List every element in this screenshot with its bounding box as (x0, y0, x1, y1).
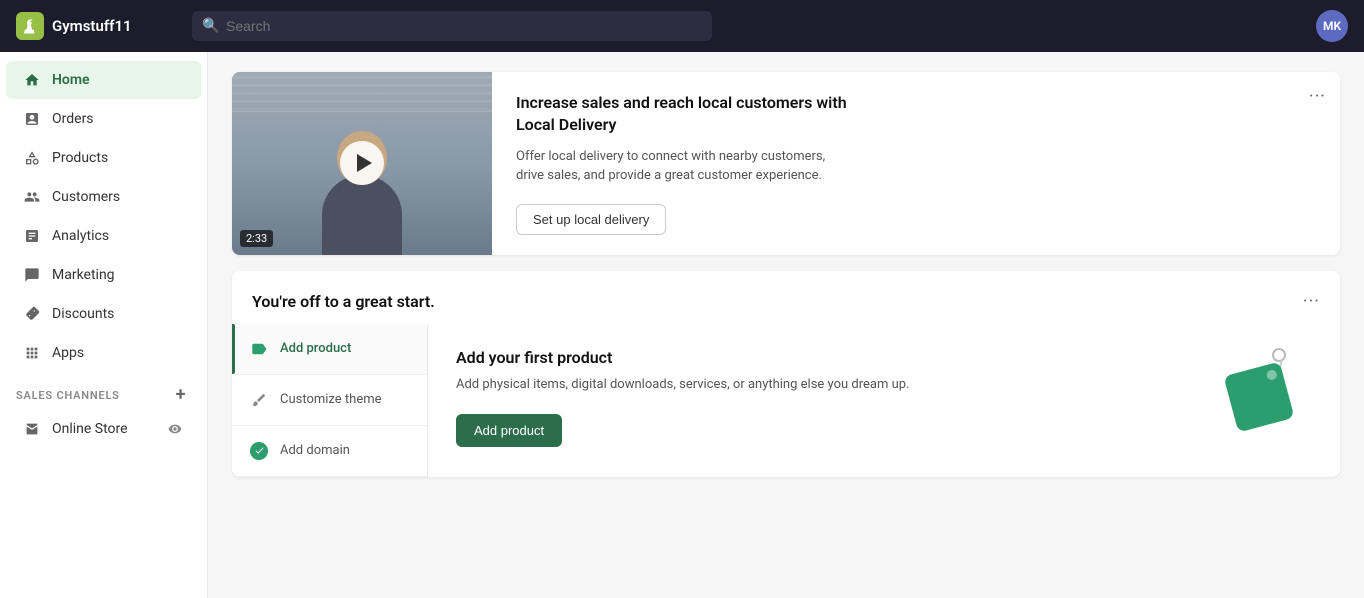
sidebar-products-label: Products (52, 150, 108, 166)
step-detail-description: Add physical items, digital downloads, s… (456, 375, 1202, 395)
sidebar-item-analytics[interactable]: Analytics (6, 217, 201, 255)
topnav-right: MK (1316, 10, 1348, 42)
steps-list: Add product Customize theme (232, 324, 428, 477)
video-card: 2:33 ··· Increase sales and reach local … (232, 72, 1340, 255)
video-info: ··· Increase sales and reach local custo… (492, 72, 1340, 255)
products-icon (22, 148, 42, 168)
video-thumbnail[interactable]: 2:33 (232, 72, 492, 255)
sales-channels-section-label: SALES CHANNELS + (0, 373, 207, 409)
add-product-step-icon (248, 338, 270, 360)
set-up-local-delivery-button[interactable]: Set up local delivery (516, 204, 666, 235)
step-add-domain[interactable]: Add domain (232, 426, 427, 477)
orders-icon (22, 109, 42, 129)
sidebar-item-customers[interactable]: Customers (6, 178, 201, 216)
sidebar-item-discounts[interactable]: Discounts (6, 295, 201, 333)
discounts-icon (22, 304, 42, 324)
online-store-eye-button[interactable] (165, 419, 185, 439)
video-description: Offer local delivery to connect with nea… (516, 147, 856, 186)
sidebar-item-products[interactable]: Products (6, 139, 201, 177)
step-detail-title: Add your first product (456, 348, 1202, 367)
avatar[interactable]: MK (1316, 10, 1348, 42)
sidebar-item-marketing[interactable]: Marketing (6, 256, 201, 294)
step-customize-theme[interactable]: Customize theme (232, 375, 427, 426)
add-product-button[interactable]: Add product (456, 414, 562, 447)
great-start-card: You're off to a great start. ··· Add pro… (232, 271, 1340, 477)
video-timer: 2:33 (240, 230, 273, 247)
great-start-title: You're off to a great start. (252, 292, 435, 311)
step-detail-text: Add your first product Add physical item… (456, 348, 1202, 448)
step-add-domain-label: Add domain (280, 443, 350, 458)
sidebar-marketing-label: Marketing (52, 267, 115, 283)
search-input[interactable] (192, 11, 712, 41)
customize-theme-step-icon (248, 389, 270, 411)
great-start-header: You're off to a great start. ··· (232, 271, 1340, 312)
sidebar-item-apps[interactable]: Apps (6, 334, 201, 372)
sidebar-customers-label: Customers (52, 189, 120, 205)
sidebar-apps-label: Apps (52, 345, 84, 361)
step-detail: Add your first product Add physical item… (428, 324, 1340, 477)
main-content: 2:33 ··· Increase sales and reach local … (208, 52, 1364, 598)
great-start-body: Add product Customize theme (232, 324, 1340, 477)
sidebar-discounts-label: Discounts (52, 306, 114, 322)
sidebar-home-label: Home (52, 72, 90, 88)
home-icon (22, 70, 42, 90)
sidebar-item-orders[interactable]: Orders (6, 100, 201, 138)
step-add-product[interactable]: Add product (232, 324, 427, 375)
customers-icon (22, 187, 42, 207)
step-customize-theme-label: Customize theme (280, 392, 382, 407)
marketing-icon (22, 265, 42, 285)
brand[interactable]: Gymstuff11 (16, 12, 176, 40)
search-icon: 🔍 (202, 18, 219, 34)
sidebar-analytics-label: Analytics (52, 228, 109, 244)
video-menu-button[interactable]: ··· (1309, 86, 1326, 107)
add-sales-channel-button[interactable]: + (171, 385, 191, 405)
sidebar-item-home[interactable]: Home (6, 61, 201, 99)
sidebar-orders-label: Orders (52, 111, 94, 127)
sidebar-item-online-store[interactable]: Online Store (6, 410, 201, 448)
online-store-icon (22, 419, 42, 439)
shopify-logo-icon (16, 12, 44, 40)
video-title: Increase sales and reach local customers… (516, 92, 856, 137)
add-domain-step-icon (248, 440, 270, 462)
topnav: Gymstuff11 🔍 MK (0, 0, 1364, 52)
sidebar-online-store-label: Online Store (52, 421, 128, 437)
shopify-bag-icon (21, 17, 39, 35)
brand-name: Gymstuff11 (52, 17, 132, 35)
product-tag-illustration (1222, 348, 1312, 438)
apps-icon (22, 343, 42, 363)
step-add-product-label: Add product (280, 341, 351, 356)
great-start-menu-button[interactable]: ··· (1303, 291, 1320, 312)
analytics-icon (22, 226, 42, 246)
sidebar: Home Orders Products Customers (0, 52, 208, 598)
search-bar: 🔍 (192, 11, 712, 41)
